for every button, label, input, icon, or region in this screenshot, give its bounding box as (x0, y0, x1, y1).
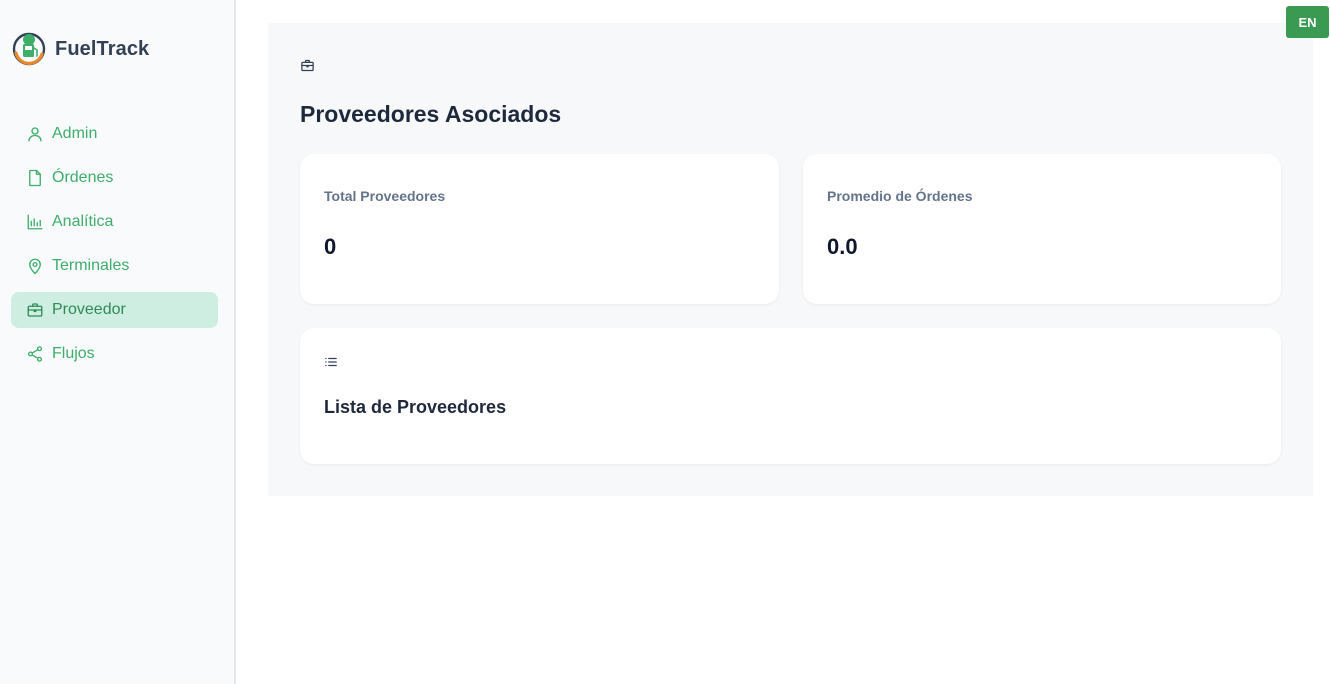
stat-label: Promedio de Órdenes (827, 188, 973, 204)
bar-chart-icon (27, 214, 43, 230)
list-icon (325, 357, 337, 367)
map-pin-icon (29, 258, 41, 275)
language-toggle-button[interactable]: EN (1286, 6, 1329, 38)
stat-card-promedio-ordenes: Promedio de Órdenes 0.0 (803, 154, 1281, 304)
sidebar-item-terminales[interactable]: Terminales (11, 248, 218, 284)
stat-value: 0 (324, 234, 337, 259)
sidebar-item-label: Flujos (52, 345, 95, 362)
brand[interactable]: FuelTrack (11, 30, 149, 68)
sidebar-item-label: Órdenes (52, 169, 114, 186)
sidebar-item-proveedor[interactable]: Proveedor (11, 292, 218, 328)
app-root: FuelTrack Admin Órdenes Analítica Termin… (0, 0, 1330, 684)
main-content: Proveedores Asociados Total Proveedores … (268, 23, 1313, 496)
stat-value: 0.0 (827, 234, 858, 259)
sidebar-nav: Admin Órdenes Analítica Terminales Prove… (11, 116, 218, 380)
share-icon (27, 346, 43, 362)
sidebar-item-label: Proveedor (52, 301, 126, 318)
stat-label: Total Proveedores (324, 188, 446, 204)
stat-card-total-proveedores: Total Proveedores 0 (300, 154, 779, 304)
fuel-pump-logo-icon (12, 32, 46, 66)
sidebar: FuelTrack Admin Órdenes Analítica Termin… (0, 0, 236, 684)
list-title: Lista de Proveedores (324, 397, 507, 417)
sidebar-item-label: Admin (52, 125, 98, 142)
file-icon (29, 169, 41, 187)
sidebar-item-analitica[interactable]: Analítica (11, 204, 218, 240)
sidebar-item-label: Analítica (52, 213, 114, 230)
sidebar-item-label: Terminales (52, 257, 130, 274)
sidebar-item-ordenes[interactable]: Órdenes (11, 160, 218, 196)
sidebar-item-flujos[interactable]: Flujos (11, 336, 218, 372)
providers-list-card: Lista de Proveedores (300, 328, 1281, 464)
sidebar-item-admin[interactable]: Admin (11, 116, 218, 152)
page-title: Proveedores Asociados (300, 101, 562, 127)
app-name: FuelTrack (55, 37, 150, 60)
briefcase-icon (301, 59, 314, 72)
user-icon (28, 127, 42, 142)
briefcase-icon (27, 303, 43, 317)
